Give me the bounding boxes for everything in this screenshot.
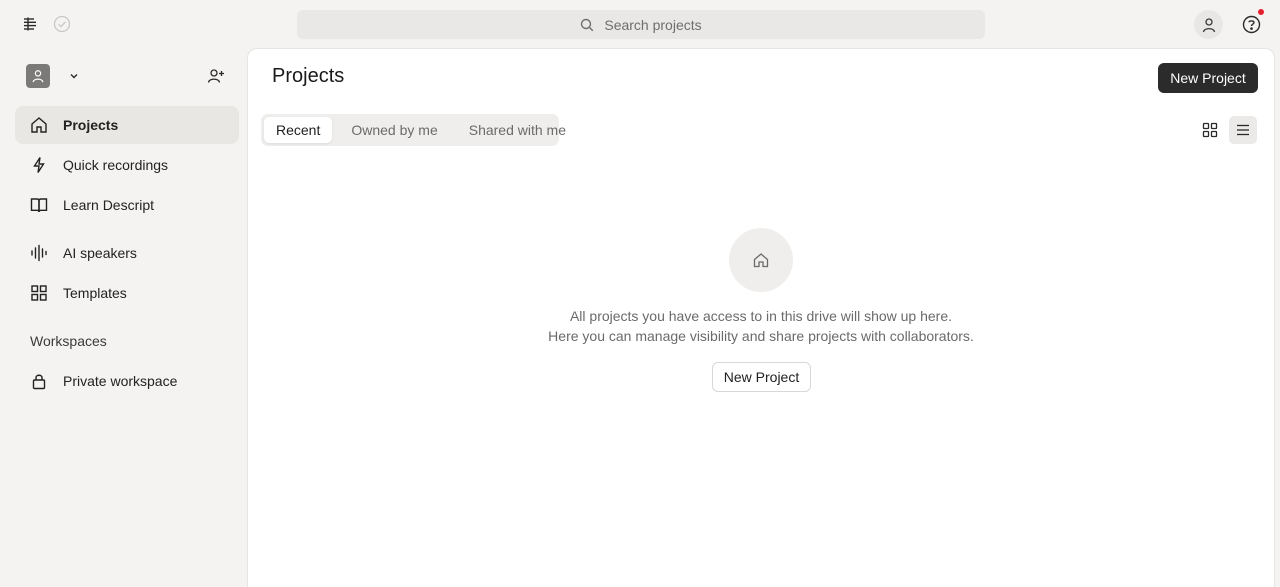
notification-dot xyxy=(1258,9,1264,15)
sidebar-item-label: Learn Descript xyxy=(63,197,155,213)
home-icon xyxy=(753,253,769,268)
page-title: Projects xyxy=(272,65,345,87)
list-view-button[interactable] xyxy=(1229,116,1257,144)
account-row xyxy=(26,64,226,88)
check-circle-icon[interactable] xyxy=(48,10,76,38)
lightning-icon xyxy=(30,156,48,174)
workspaces-heading: Workspaces xyxy=(30,333,107,349)
sidebar-item-quick-recordings[interactable]: Quick recordings xyxy=(15,146,239,184)
invite-user-icon[interactable] xyxy=(204,64,228,88)
avatar[interactable] xyxy=(26,64,50,88)
new-project-button[interactable]: New Project xyxy=(1158,63,1258,93)
grid-icon xyxy=(30,284,48,302)
chevron-down-icon[interactable] xyxy=(66,68,82,84)
empty-state-line-2: Here you can manage visibility and share… xyxy=(548,328,974,344)
grid-view-button[interactable] xyxy=(1196,116,1224,144)
user-icon xyxy=(32,70,44,83)
sidebar-item-label: Quick recordings xyxy=(63,157,169,173)
grid-view-icon xyxy=(1202,122,1218,138)
sidebar-item-label: Private workspace xyxy=(63,373,178,389)
home-icon xyxy=(30,116,48,134)
project-filter-tabs: Recent Owned by me Shared with me xyxy=(261,114,566,146)
empty-state-illustration xyxy=(729,228,793,292)
tab-owned-by-me[interactable]: Owned by me xyxy=(339,117,449,143)
tab-recent[interactable]: Recent xyxy=(264,117,333,143)
help-icon xyxy=(1242,15,1260,33)
sidebar-item-learn-descript[interactable]: Learn Descript xyxy=(15,186,239,224)
account-button[interactable] xyxy=(1194,10,1223,39)
empty-state-message: All projects you have access to in this … xyxy=(461,306,1061,346)
top-bar: Search projects xyxy=(0,0,1280,48)
sidebar-item-label: Projects xyxy=(63,117,119,133)
sidebar-item-ai-speakers[interactable]: AI speakers xyxy=(15,234,239,272)
list-view-icon xyxy=(1237,124,1249,136)
search-placeholder: Search projects xyxy=(604,16,702,33)
user-icon xyxy=(1202,17,1215,32)
sidebar-toggle-icon[interactable] xyxy=(16,10,44,38)
sidebar: Projects Quick recordings Learn Descript xyxy=(0,48,247,587)
sidebar-item-private-workspace[interactable]: Private workspace xyxy=(15,362,239,400)
sidebar-item-label: Templates xyxy=(63,285,127,301)
book-icon xyxy=(30,196,48,214)
search-icon xyxy=(581,18,594,31)
sidebar-item-label: AI speakers xyxy=(63,245,137,261)
empty-state-line-1: All projects you have access to in this … xyxy=(569,308,953,324)
empty-state-new-project-button[interactable]: New Project xyxy=(712,362,811,392)
lock-icon xyxy=(30,372,48,390)
sidebar-item-projects[interactable]: Projects xyxy=(15,106,239,144)
sidebar-item-templates[interactable]: Templates xyxy=(15,274,239,312)
tab-shared-with-me[interactable]: Shared with me xyxy=(457,117,578,143)
main-panel: Projects New Project Recent Owned by me … xyxy=(247,48,1275,587)
waveform-icon xyxy=(30,244,48,262)
search-bar[interactable]: Search projects xyxy=(297,10,985,39)
